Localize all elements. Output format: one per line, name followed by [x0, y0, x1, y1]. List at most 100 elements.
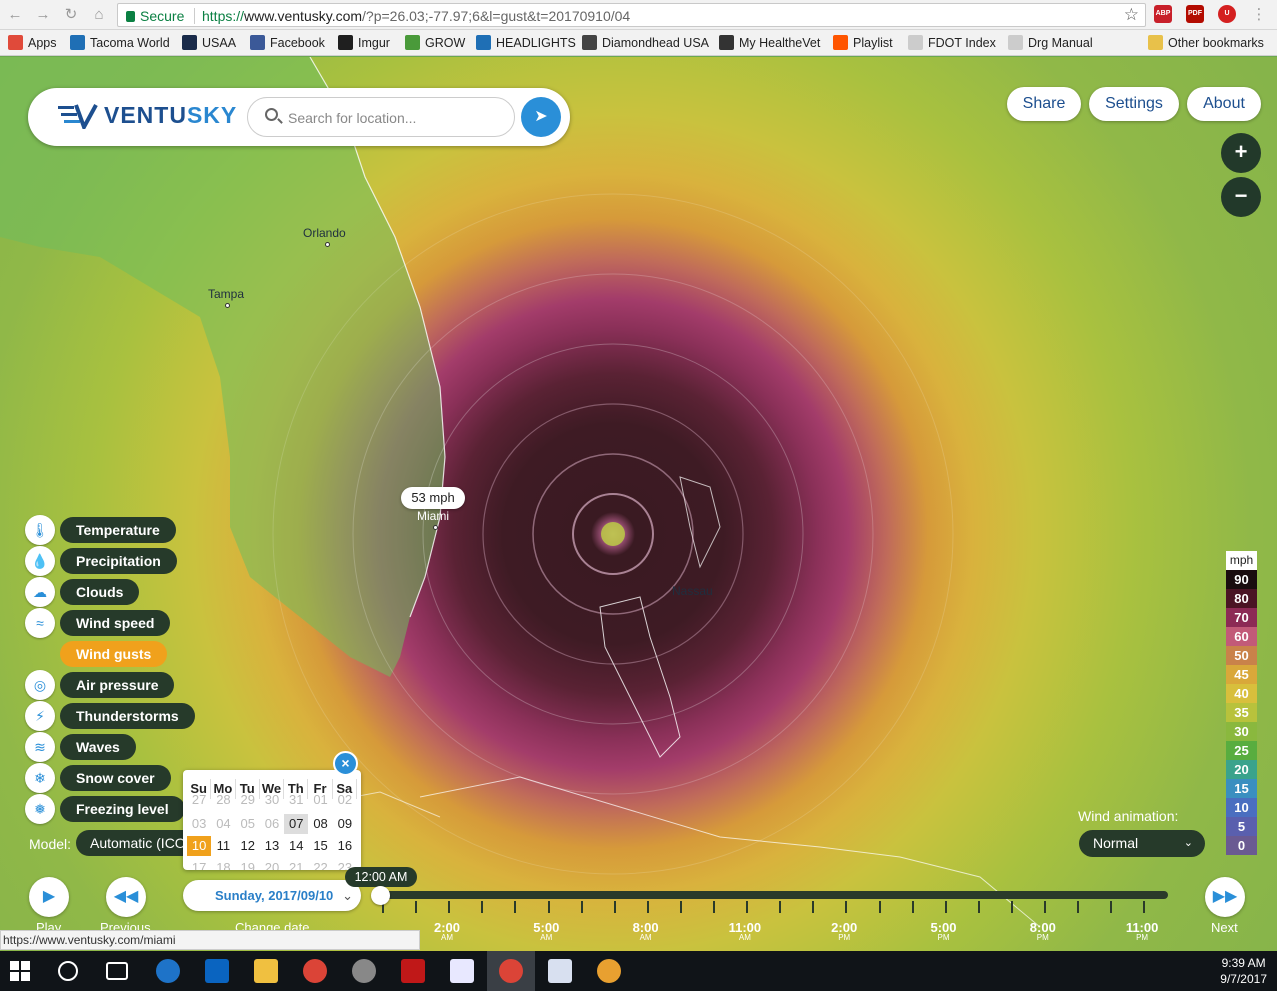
- ventusky-logo[interactable]: VENTUSKY: [58, 102, 237, 129]
- bookmark-item[interactable]: Tacoma World: [70, 35, 170, 50]
- share-button[interactable]: Share: [1007, 87, 1081, 121]
- layer-clouds[interactable]: ☁ Clouds: [25, 577, 140, 607]
- calendar-day[interactable]: 04: [211, 814, 235, 834]
- calendar-day[interactable]: 07: [284, 814, 309, 834]
- layer-button[interactable]: Wind speed: [60, 610, 171, 636]
- layer-waves[interactable]: ≋ Waves: [25, 732, 136, 762]
- freezing-icon[interactable]: ❅: [25, 794, 55, 824]
- zoom-in-button[interactable]: +: [1221, 133, 1261, 173]
- calendar-day[interactable]: 30: [260, 790, 284, 810]
- bookmark-item[interactable]: HEADLIGHTS: [476, 35, 576, 50]
- url-text[interactable]: https://www.ventusky.com/?p=26.03;-77.97…: [202, 8, 630, 24]
- timeline-handle[interactable]: [371, 886, 390, 905]
- system-clock[interactable]: 9:39 AM 9/7/2017: [1220, 955, 1267, 987]
- calendar-day[interactable]: 08: [308, 814, 332, 834]
- calendar-day[interactable]: 17: [187, 858, 211, 870]
- layer-precipitation[interactable]: 💧 Precipitation: [25, 546, 177, 576]
- layer-snow-cover[interactable]: ❄ Snow cover: [25, 763, 171, 793]
- calendar-day[interactable]: 14: [284, 836, 308, 856]
- timeline-track[interactable]: [380, 891, 1168, 899]
- bookmark-item[interactable]: Other bookmarks: [1148, 35, 1264, 50]
- timeline-label[interactable]: 5:00 PM: [924, 920, 964, 942]
- close-calendar-button[interactable]: ×: [333, 751, 358, 776]
- calendar-day[interactable]: 21: [284, 858, 308, 870]
- bookmark-item[interactable]: Facebook: [250, 35, 325, 50]
- outlook-icon[interactable]: [205, 959, 229, 983]
- settings-button[interactable]: Settings: [1089, 87, 1179, 121]
- city-miami[interactable]: Miami: [417, 509, 449, 523]
- zoom-out-button[interactable]: −: [1221, 177, 1261, 217]
- secure-indicator[interactable]: Secure: [126, 8, 184, 24]
- bookmark-item[interactable]: GROW: [405, 35, 465, 50]
- internet-explorer-icon[interactable]: [156, 959, 180, 983]
- layer-wind-gusts[interactable]: Wind gusts: [60, 640, 168, 668]
- lightning-icon[interactable]: ⚡: [25, 701, 55, 731]
- calendar-day[interactable]: 06: [260, 814, 284, 834]
- chrome-icon[interactable]: [303, 959, 327, 983]
- layer-button[interactable]: Thunderstorms: [60, 703, 195, 729]
- search-input[interactable]: [288, 108, 498, 128]
- bookmark-star-icon[interactable]: ☆: [1124, 5, 1139, 25]
- calendar-day[interactable]: 10: [187, 836, 212, 856]
- search-box[interactable]: [247, 97, 515, 137]
- reload-icon[interactable]: ↻: [62, 6, 80, 24]
- timeline-label[interactable]: 8:00 PM: [1023, 920, 1063, 942]
- calendar-day[interactable]: 22: [308, 858, 332, 870]
- cortana-icon[interactable]: [58, 961, 78, 981]
- app-icon[interactable]: [352, 959, 376, 983]
- paint-icon[interactable]: [597, 959, 621, 983]
- wind-animation-select[interactable]: Normal ⌄: [1079, 830, 1205, 857]
- timeline-label[interactable]: 2:00 AM: [427, 920, 467, 942]
- calendar-day[interactable]: 05: [236, 814, 260, 834]
- layer-freezing-level[interactable]: ❅ Freezing level: [25, 794, 185, 824]
- calendar-day[interactable]: 31: [284, 790, 308, 810]
- waves-icon[interactable]: ≋: [25, 732, 55, 762]
- calendar-day[interactable]: 01: [308, 790, 332, 810]
- layer-button[interactable]: Wind gusts: [60, 641, 168, 667]
- timeline-label[interactable]: 11:00 AM: [725, 920, 765, 942]
- layer-button[interactable]: Precipitation: [60, 548, 177, 574]
- timeline-label[interactable]: 11:00 PM: [1122, 920, 1162, 942]
- wind-icon[interactable]: ≈: [25, 608, 55, 638]
- menu-icon[interactable]: ⋮: [1250, 6, 1268, 24]
- adblock-plus-icon[interactable]: ABP: [1154, 5, 1172, 23]
- bookmark-item[interactable]: Diamondhead USA: [582, 35, 709, 50]
- bookmark-item[interactable]: Apps: [8, 35, 57, 50]
- date-select[interactable]: Sunday, 2017/09/10 ⌄: [183, 880, 361, 911]
- drop-icon[interactable]: 💧: [25, 546, 55, 576]
- calendar-day[interactable]: 29: [236, 790, 260, 810]
- city-tampa[interactable]: Tampa: [208, 287, 244, 301]
- bookmark-item[interactable]: Drg Manual: [1008, 35, 1093, 50]
- city-orlando[interactable]: Orlando: [303, 226, 346, 240]
- windows-start-icon[interactable]: [10, 961, 30, 981]
- calendar-day[interactable]: 19: [236, 858, 260, 870]
- task-view-icon[interactable]: [106, 962, 128, 980]
- back-icon[interactable]: ←: [6, 6, 24, 24]
- bookmark-item[interactable]: My HealtheVet: [719, 35, 820, 50]
- forward-icon[interactable]: →: [34, 6, 52, 24]
- bookmark-item[interactable]: FDOT Index: [908, 35, 996, 50]
- file-explorer-icon[interactable]: [254, 959, 278, 983]
- calendar-day[interactable]: 20: [260, 858, 284, 870]
- layer-button[interactable]: Clouds: [60, 579, 140, 605]
- snowflake-icon[interactable]: ❄: [25, 763, 55, 793]
- layer-temperature[interactable]: 🌡 Temperature: [25, 515, 176, 545]
- calendar-day[interactable]: 28: [211, 790, 235, 810]
- cloud-icon[interactable]: ☁: [25, 577, 55, 607]
- next-button[interactable]: ▶▶: [1205, 877, 1245, 917]
- ad-blocker-icon[interactable]: U: [1218, 5, 1236, 23]
- calendar-day[interactable]: 12: [236, 836, 260, 856]
- bookmark-item[interactable]: USAA: [182, 35, 236, 50]
- calendar-day[interactable]: 03: [187, 814, 211, 834]
- calendar-day[interactable]: 18: [211, 858, 235, 870]
- layer-button[interactable]: Waves: [60, 734, 136, 760]
- layer-button[interactable]: Air pressure: [60, 672, 175, 698]
- app-window-icon[interactable]: [450, 959, 474, 983]
- layer-button[interactable]: Freezing level: [60, 796, 185, 822]
- chrome-active-icon[interactable]: [499, 959, 523, 983]
- bookmark-item[interactable]: Playlist: [833, 35, 893, 50]
- layer-wind-speed[interactable]: ≈ Wind speed: [25, 608, 171, 638]
- address-bar[interactable]: Secure https://www.ventusky.com/?p=26.03…: [117, 3, 1146, 27]
- calendar-day[interactable]: 11: [211, 836, 235, 856]
- bookmark-item[interactable]: Imgur: [338, 35, 390, 50]
